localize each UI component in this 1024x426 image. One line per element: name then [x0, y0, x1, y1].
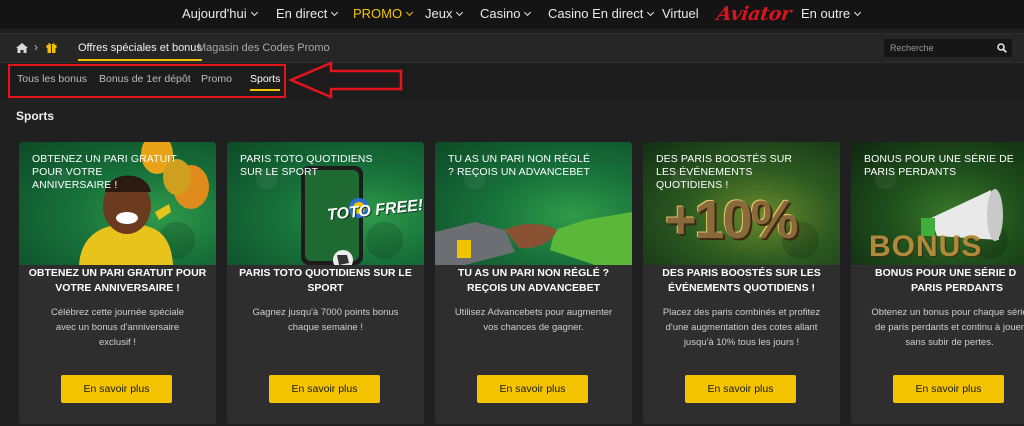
nav-label: Casino En direct — [548, 6, 644, 21]
breadcrumb: › Offres spéciales et bonus Magasin des … — [0, 33, 1024, 63]
card-description: Obtenez un bonus pour chaque série de pa… — [871, 307, 1024, 348]
card-description: Célébrez cette journée spéciale avec un … — [50, 307, 185, 348]
card-description: Gagnez jusqu'à 7000 points bonus chaque … — [252, 307, 399, 333]
tab-bonus-1er-depot[interactable]: Bonus de 1er dépôt — [99, 64, 191, 96]
card-banner: TU AS UN PARI NON RÉGLÉ ? REÇOIS UN ADVA… — [435, 142, 632, 265]
en-savoir-plus-button[interactable]: En savoir plus — [893, 375, 1004, 403]
top-navigation: Aujourd'hui En direct PROMO Jeux Casino … — [0, 0, 1024, 29]
promo-card-toto: TOTO FREE! PARIS TOTO QUOTIDIENS SUR LE … — [227, 142, 424, 424]
card-title: PARIS TOTO QUOTIDIENS SUR LE SPORT — [239, 267, 412, 294]
en-savoir-plus-button[interactable]: En savoir plus — [477, 375, 588, 403]
card-title: BONUS POUR UNE SÉRIE D PARIS PERDANTS — [859, 266, 1024, 296]
en-savoir-plus-button[interactable]: En savoir plus — [269, 375, 380, 403]
nav-label: Casino — [480, 6, 521, 21]
tab-magasin-codes-promo[interactable]: Magasin des Codes Promo — [197, 34, 330, 63]
chevron-down-icon — [406, 8, 414, 17]
card-banner-text: DES PARIS BOOSTÉS SUR LES ÉVÉNEMENTS QUO… — [656, 153, 793, 191]
tab-tous-les-bonus[interactable]: Tous les bonus — [17, 64, 87, 96]
promo-card-advancebet: TU AS UN PARI NON RÉGLÉ ? REÇOIS UN ADVA… — [435, 142, 632, 424]
card-description: Placez des paris combinés et profitez d'… — [662, 307, 821, 348]
chevron-down-icon — [331, 8, 339, 17]
en-savoir-plus-button[interactable]: En savoir plus — [61, 375, 172, 403]
search-input[interactable] — [890, 40, 990, 56]
card-description: Utilisez Advancebets pour augmenter vos … — [454, 307, 613, 333]
bonus-art-text: BONUS — [869, 230, 983, 263]
card-title: OBTENEZ UN PARI GRATUIT POUR VOTRE ANNIV… — [28, 267, 207, 294]
chevron-down-icon — [647, 8, 655, 17]
nav-label: Virtuel — [662, 6, 699, 21]
card-title: TU AS UN PARI NON RÉGLÉ ? REÇOIS UN ADVA… — [457, 267, 610, 294]
tab-promo[interactable]: Promo — [201, 64, 232, 96]
card-banner-text: PARIS TOTO QUOTIDIENS SUR LE SPORT — [240, 153, 373, 178]
card-banner-text: OBTENEZ UN PARI GRATUIT POUR VOTRE ANNIV… — [32, 153, 177, 191]
nav-item-casino-en-direct[interactable]: Casino En direct — [548, 0, 655, 29]
card-banner: +10% DES PARIS BOOSTÉS SUR LES ÉVÉNEMENT… — [643, 142, 840, 265]
bonus-filter-tabs: Tous les bonus Bonus de 1er dépôt Promo … — [0, 64, 1024, 98]
card-title-line2: PARIS PERDANTS — [911, 282, 1003, 294]
chevron-down-icon — [524, 8, 532, 17]
nav-item-casino[interactable]: Casino — [480, 0, 532, 29]
breadcrumb-separator: › — [34, 40, 38, 54]
nav-label: PROMO — [353, 6, 403, 21]
nav-item-virtuel[interactable]: Virtuel — [662, 0, 699, 29]
gift-icon[interactable] — [46, 42, 57, 53]
nav-label: Aujourd'hui — [182, 6, 247, 21]
nav-label: Jeux — [425, 6, 453, 21]
handshake-image — [435, 212, 632, 265]
nav-item-jeux[interactable]: Jeux — [425, 0, 464, 29]
plus-ten-percent-art: +10% — [665, 190, 799, 250]
card-title-line1: BONUS POUR UNE SÉRIE D — [875, 267, 1017, 279]
card-banner-text: TU AS UN PARI NON RÉGLÉ ? REÇOIS UN ADVA… — [448, 153, 591, 178]
nav-item-en-direct[interactable]: En direct — [276, 0, 339, 29]
tab-sports[interactable]: Sports — [250, 64, 281, 96]
promo-card-boosted: +10% DES PARIS BOOSTÉS SUR LES ÉVÉNEMENT… — [643, 142, 840, 424]
tab-offres-speciales[interactable]: Offres spéciales et bonus — [78, 34, 202, 63]
nav-label: En outre — [801, 6, 851, 21]
search-icon[interactable] — [997, 43, 1007, 53]
card-title: DES PARIS BOOSTÉS SUR LES ÉVÉNEMENTS QUO… — [662, 267, 821, 294]
nav-item-aujourdhui[interactable]: Aujourd'hui — [182, 0, 258, 29]
home-icon[interactable] — [16, 43, 28, 53]
nav-item-en-outre[interactable]: En outre — [801, 0, 862, 29]
nav-label: En direct — [276, 6, 328, 21]
nav-item-promo[interactable]: PROMO — [353, 0, 414, 29]
en-savoir-plus-button[interactable]: En savoir plus — [685, 375, 796, 403]
chevron-down-icon — [854, 8, 862, 17]
card-banner: OBTENEZ UN PARI GRATUIT POUR VOTRE ANNIV… — [19, 142, 216, 265]
promo-card-birthday: OBTENEZ UN PARI GRATUIT POUR VOTRE ANNIV… — [19, 142, 216, 424]
card-banner: TOTO FREE! PARIS TOTO QUOTIDIENS SUR LE … — [227, 142, 424, 265]
card-banner-text: BONUS POUR UNE SÉRIE DE PARIS PERDANTS — [864, 153, 1014, 178]
aviator-logo[interactable]: Aviator — [715, 3, 792, 25]
promo-card-losing-streak: BONUS BONUS POUR UNE SÉRIE DE PARIS PERD… — [851, 142, 1024, 424]
chevron-down-icon — [250, 8, 258, 17]
search-box — [884, 39, 1012, 57]
chevron-down-icon — [456, 8, 464, 17]
card-banner: BONUS BONUS POUR UNE SÉRIE DE PARIS PERD… — [851, 142, 1024, 265]
section-title: Sports — [16, 109, 55, 123]
